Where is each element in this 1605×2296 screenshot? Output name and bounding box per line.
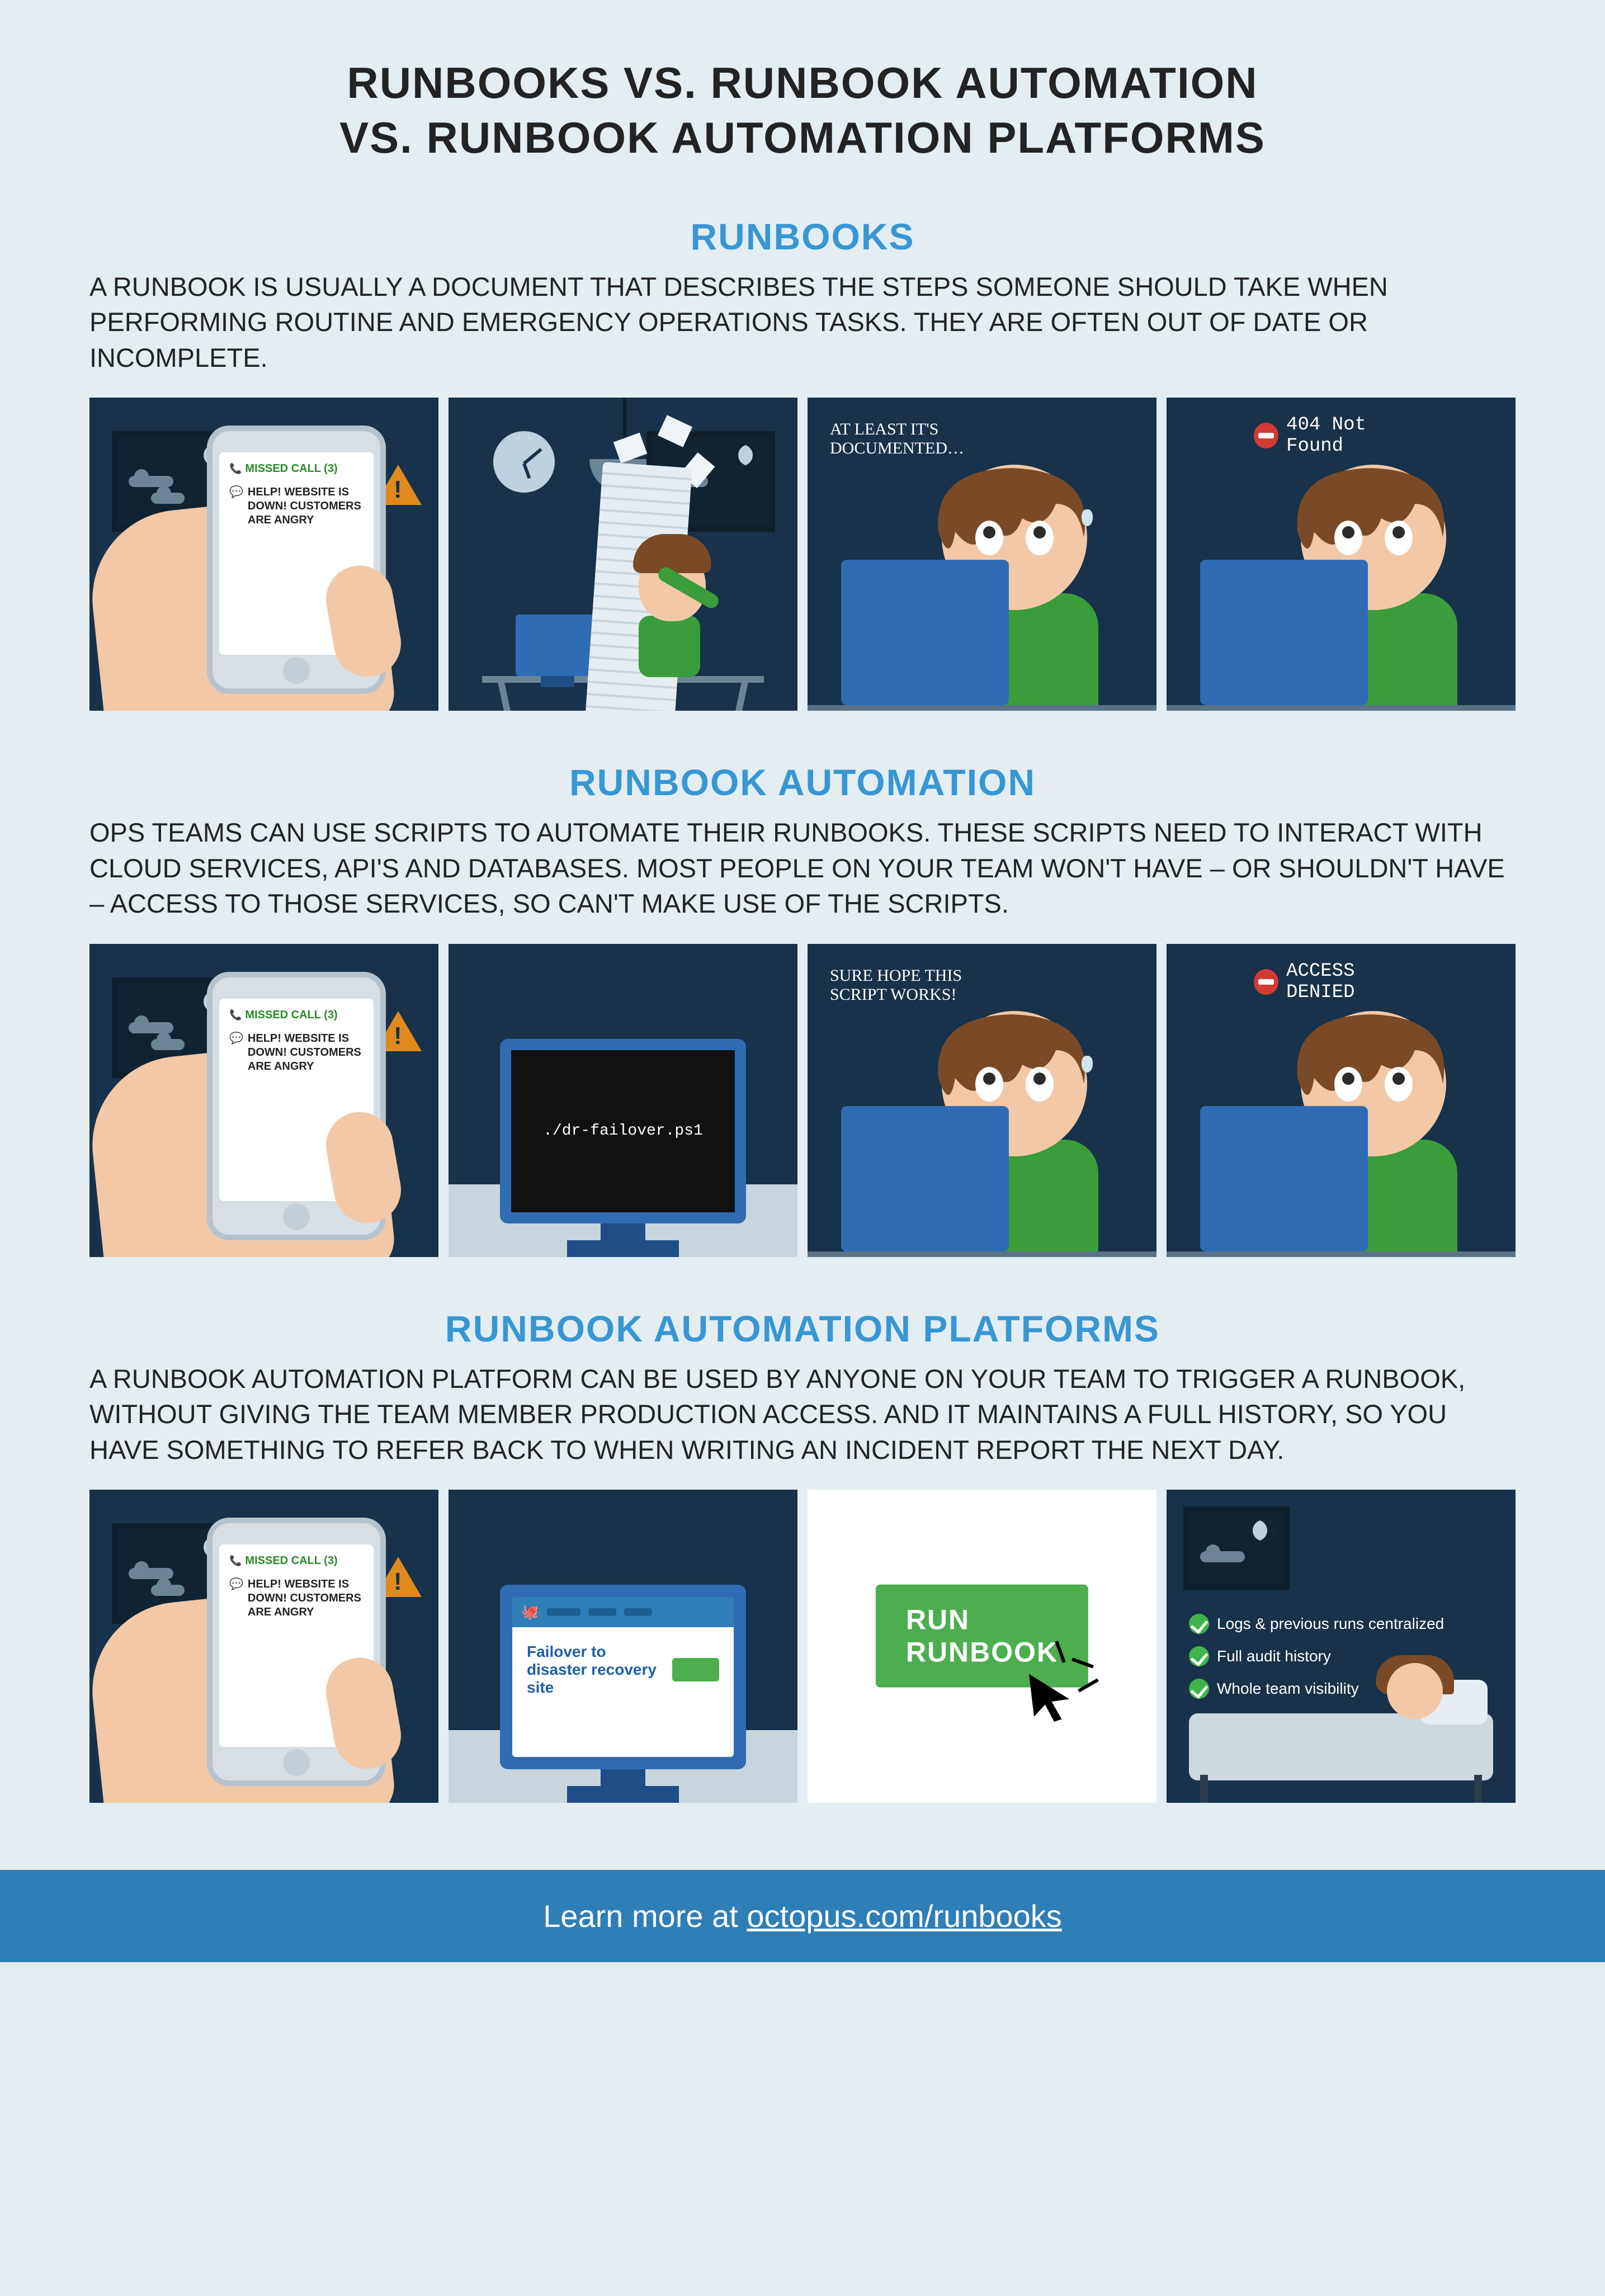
title-line-2: VS. RUNBOOK AUTOMATION PLATFORMS: [339, 113, 1266, 162]
runbooks-panel-4: 404 Not Found: [1167, 398, 1516, 711]
ui-monitor-icon: 🐙 Failover to disaster recovery site: [500, 1585, 746, 1769]
runbooks-panel-3: AT LEAST IT'S DOCUMENTED…: [808, 398, 1156, 711]
runbooks-row: MISSED CALL (3) HELP! WEBSITE IS DOWN! C…: [89, 398, 1516, 711]
footer-prefix: Learn more at: [543, 1898, 747, 1934]
automation-heading: RUNBOOK AUTOMATION: [89, 761, 1516, 804]
benefit-text: Logs & previous runs centralized: [1217, 1615, 1444, 1633]
phone-message: HELP! WEBSITE IS DOWN! CUSTOMERS ARE ANG…: [248, 1577, 364, 1619]
check-icon: [1189, 1646, 1209, 1666]
footer: Learn more at octopus.com/runbooks: [0, 1870, 1605, 1962]
automation-panel-1: MISSED CALL (3) HELP! WEBSITE IS DOWN! C…: [89, 944, 438, 1257]
automation-panel-3: SURE HOPE THIS SCRIPT WORKS!: [808, 944, 1156, 1257]
run-button-small[interactable]: [672, 1658, 719, 1681]
monitor-icon: [841, 1106, 1009, 1251]
runbook-name: Failover to disaster recovery site: [527, 1643, 661, 1697]
speech-text: SURE HOPE THIS SCRIPT WORKS!: [830, 966, 975, 1004]
page-title: RUNBOOKS VS. RUNBOOK AUTOMATION VS. RUNB…: [89, 56, 1516, 165]
monitor-icon: [1200, 1106, 1368, 1251]
benefit-text: Whole team visibility: [1217, 1680, 1359, 1698]
clock-icon: [493, 431, 555, 493]
platforms-heading: RUNBOOK AUTOMATION PLATFORMS: [89, 1307, 1516, 1350]
hand-holding-phone-icon: MISSED CALL (3) HELP! WEBSITE IS DOWN! C…: [185, 426, 438, 711]
benefit-item: Logs & previous runs centralized: [1189, 1614, 1504, 1634]
phone-missed-call: MISSED CALL (3): [229, 462, 364, 475]
error-text: 404 Not Found: [1286, 414, 1428, 457]
night-window-icon: [1183, 1506, 1290, 1590]
platforms-panel-1: MISSED CALL (3) HELP! WEBSITE IS DOWN! C…: [89, 1490, 438, 1803]
sleeping-person-icon: [1189, 1713, 1493, 1780]
automation-row: MISSED CALL (3) HELP! WEBSITE IS DOWN! C…: [89, 944, 1516, 1257]
check-icon: [1189, 1679, 1209, 1699]
cursor-icon: [1024, 1671, 1074, 1722]
error-banner: ACCESS DENIED: [1254, 961, 1428, 1003]
footer-link[interactable]: octopus.com/runbooks: [747, 1898, 1061, 1934]
benefit-item: Full audit history: [1189, 1646, 1504, 1666]
error-text: ACCESS DENIED: [1286, 961, 1428, 1003]
runbooks-panel-2: [449, 398, 797, 711]
no-entry-icon: [1254, 969, 1278, 995]
platforms-panel-2: 🐙 Failover to disaster recovery site: [449, 1490, 797, 1803]
title-line-1: RUNBOOKS VS. RUNBOOK AUTOMATION: [347, 58, 1258, 107]
octopus-logo-icon: 🐙: [521, 1603, 539, 1621]
hand-holding-phone-icon: MISSED CALL (3) HELP! WEBSITE IS DOWN! C…: [185, 972, 438, 1257]
monitor-icon: [1200, 560, 1368, 705]
platforms-panel-3: RUN RUNBOOK: [808, 1490, 1156, 1803]
platforms-row: MISSED CALL (3) HELP! WEBSITE IS DOWN! C…: [89, 1490, 1516, 1803]
automation-desc: OPS TEAMS CAN USE SCRIPTS TO AUTOMATE TH…: [89, 815, 1516, 921]
confused-person-icon: [639, 549, 706, 677]
runbooks-panel-1: MISSED CALL (3) HELP! WEBSITE IS DOWN! C…: [89, 398, 438, 711]
sweat-icon: [1082, 1056, 1093, 1073]
phone-missed-call: MISSED CALL (3): [229, 1555, 364, 1567]
platforms-desc: A RUNBOOK AUTOMATION PLATFORM CAN BE USE…: [89, 1361, 1516, 1467]
error-banner: 404 Not Found: [1254, 414, 1428, 457]
phone-message: HELP! WEBSITE IS DOWN! CUSTOMERS ARE ANG…: [248, 1032, 364, 1074]
monitor-icon: [841, 560, 1009, 705]
speech-text: AT LEAST IT'S DOCUMENTED…: [830, 420, 975, 458]
automation-panel-4: ACCESS DENIED: [1167, 944, 1516, 1257]
benefit-text: Full audit history: [1217, 1647, 1331, 1665]
phone-missed-call: MISSED CALL (3): [229, 1009, 364, 1022]
runbook-ui: 🐙 Failover to disaster recovery site: [512, 1597, 734, 1757]
automation-panel-2: ./dr-failover.ps1: [449, 944, 797, 1257]
sweat-icon: [1082, 509, 1093, 526]
check-icon: [1189, 1614, 1209, 1634]
runbooks-desc: A RUNBOOK IS USUALLY A DOCUMENT THAT DES…: [89, 269, 1516, 375]
runbooks-heading: RUNBOOKS: [89, 215, 1516, 258]
hand-holding-phone-icon: MISSED CALL (3) HELP! WEBSITE IS DOWN! C…: [185, 1518, 438, 1803]
no-entry-icon: [1254, 423, 1278, 448]
monitor-icon: [516, 615, 599, 676]
platforms-panel-4: Logs & previous runs centralized Full au…: [1167, 1490, 1516, 1803]
phone-message: HELP! WEBSITE IS DOWN! CUSTOMERS ARE ANG…: [248, 485, 364, 527]
terminal-command: ./dr-failover.ps1: [543, 1122, 703, 1140]
terminal-monitor-icon: ./dr-failover.ps1: [500, 1039, 746, 1223]
